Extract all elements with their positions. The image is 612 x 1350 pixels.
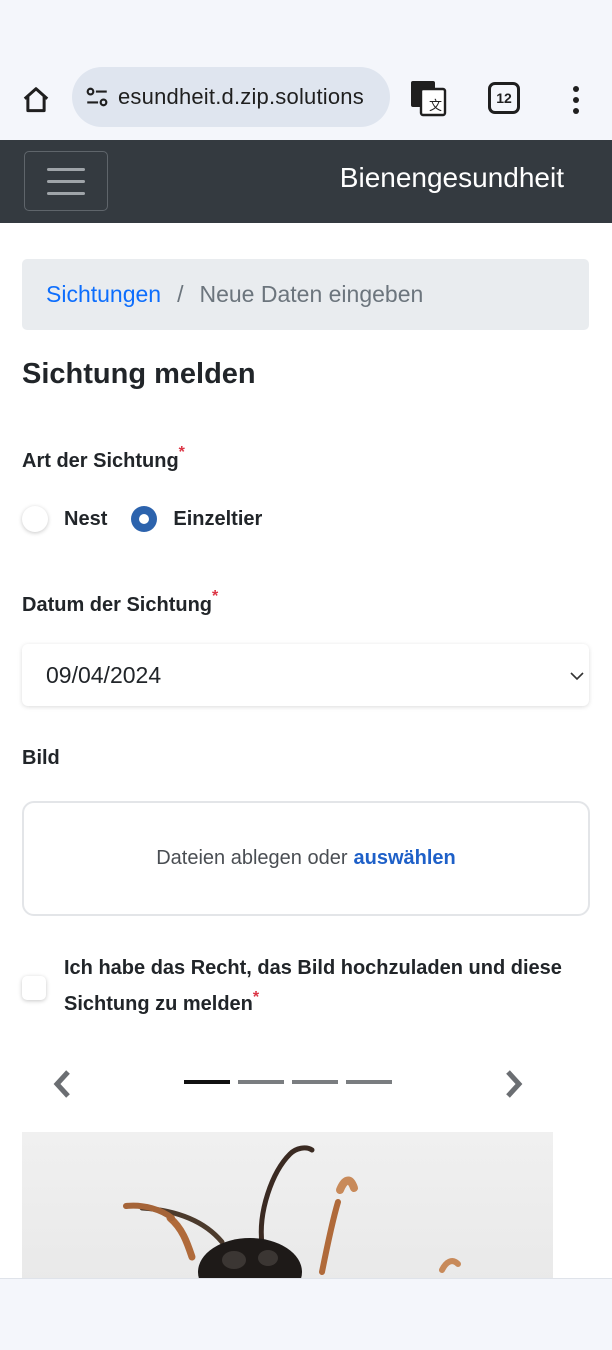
date-label: Datum der Sichtung* bbox=[22, 588, 218, 617]
status-bar-area bbox=[0, 0, 612, 62]
breadcrumb-separator: / bbox=[177, 281, 184, 307]
tabs-button[interactable]: 12 bbox=[488, 82, 520, 114]
chevron-right-icon[interactable] bbox=[498, 1068, 528, 1100]
breadcrumb-link-sichtungen[interactable]: Sichtungen bbox=[46, 281, 161, 308]
sighting-type-radio-group: Nest Einzeltier bbox=[22, 506, 286, 532]
required-marker: * bbox=[252, 989, 260, 1006]
image-carousel bbox=[22, 1060, 553, 1108]
required-marker: * bbox=[212, 588, 219, 605]
tab-count: 12 bbox=[496, 90, 512, 106]
choose-files-link[interactable]: auswählen bbox=[354, 847, 456, 870]
consent-checkbox[interactable] bbox=[22, 976, 46, 1000]
more-vert-icon[interactable] bbox=[564, 80, 588, 120]
consent-label-text: Ich habe das Recht, das Bild hochzuladen… bbox=[64, 957, 562, 1015]
radio-einzeltier[interactable] bbox=[131, 506, 158, 532]
file-dropzone[interactable]: Dateien ablegen oder auswählen bbox=[22, 801, 590, 916]
translate-icon[interactable]: G 文 bbox=[408, 78, 448, 118]
home-icon bbox=[23, 87, 49, 113]
sighting-type-label-text: Art der Sichtung bbox=[22, 450, 179, 472]
navbar-toggler[interactable] bbox=[24, 151, 108, 211]
system-navigation-bar bbox=[0, 1278, 612, 1350]
consent-label[interactable]: Ich habe das Recht, das Bild hochzuladen… bbox=[64, 950, 564, 1022]
radio-nest[interactable] bbox=[22, 506, 48, 532]
url-text: еsundheit.d.zip.solutions bbox=[118, 84, 364, 109]
insect-photo bbox=[123, 1145, 461, 1282]
carousel-indicator[interactable] bbox=[184, 1080, 230, 1084]
chevron-down-icon bbox=[570, 672, 584, 681]
carousel-indicator[interactable] bbox=[238, 1080, 284, 1084]
address-bar[interactable]: еsundheit.d.zip.solutions bbox=[72, 67, 390, 127]
breadcrumb: Sichtungen / Neue Daten eingeben bbox=[22, 259, 589, 330]
radio-einzeltier-label[interactable]: Einzeltier bbox=[173, 508, 262, 531]
required-marker: * bbox=[178, 444, 185, 461]
carousel-indicator[interactable] bbox=[346, 1080, 392, 1084]
page-title: Sichtung melden bbox=[22, 358, 256, 390]
dropzone-text: Dateien ablegen oder bbox=[156, 847, 348, 869]
date-value: 09/04/2024 bbox=[46, 661, 162, 688]
carousel-indicator[interactable] bbox=[292, 1080, 338, 1084]
browser-toolbar: еsundheit.d.zip.solutions G 文 12 bbox=[0, 62, 612, 140]
site-navbar: Bienengesundheit bbox=[0, 140, 612, 223]
carousel-indicators bbox=[184, 1080, 392, 1084]
svg-text:文: 文 bbox=[429, 99, 442, 114]
home-button[interactable] bbox=[14, 80, 58, 120]
date-label-text: Datum der Sichtung bbox=[22, 594, 213, 616]
hamburger-icon bbox=[47, 167, 85, 171]
radio-nest-label[interactable]: Nest bbox=[64, 508, 107, 531]
chevron-left-icon[interactable] bbox=[48, 1068, 78, 1100]
date-select[interactable]: 09/04/2024 bbox=[22, 644, 589, 706]
breadcrumb-current: Neue Daten eingeben bbox=[199, 281, 424, 307]
sighting-type-label: Art der Sichtung* bbox=[22, 444, 185, 473]
image-label: Bild bbox=[22, 747, 60, 769]
carousel-image bbox=[22, 1132, 553, 1282]
tune-icon[interactable] bbox=[84, 84, 110, 110]
navbar-brand[interactable]: Bienengesundheit bbox=[340, 162, 564, 194]
